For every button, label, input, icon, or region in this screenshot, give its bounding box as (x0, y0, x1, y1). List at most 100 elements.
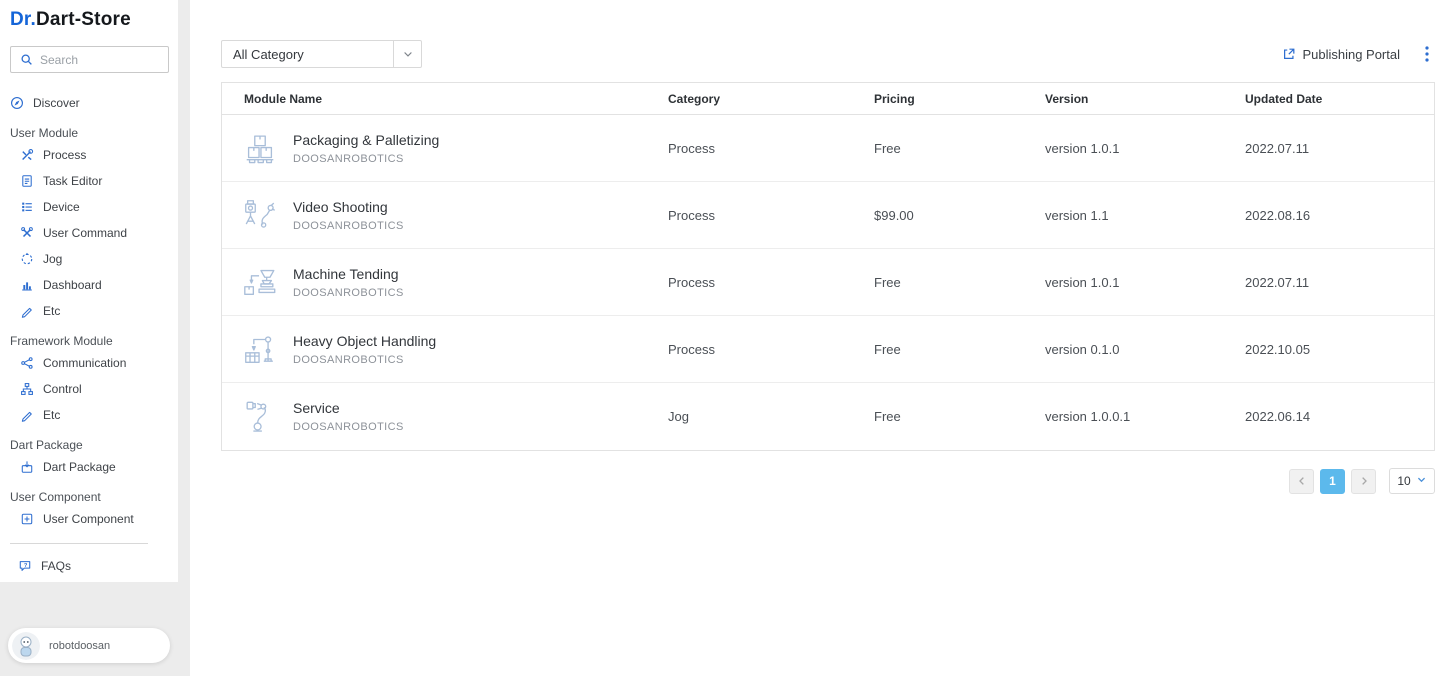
sidebar-item-label: Task Editor (43, 174, 102, 188)
module-icon-service (241, 398, 279, 436)
sidebar-section-framework-module: Framework Module (0, 324, 178, 350)
sidebar-item-etc[interactable]: Etc (0, 298, 178, 324)
sidebar-item-task-editor[interactable]: Task Editor (0, 168, 178, 194)
table-header: Module NameCategoryPricingVersionUpdated… (222, 83, 1434, 115)
process-icon (20, 148, 34, 162)
sidebar-item-label: Control (43, 382, 82, 396)
module-version: version 1.0.1 (1045, 141, 1245, 156)
chevron-down-icon[interactable] (393, 41, 421, 67)
module-name-cell: Machine TendingDOOSANROBOTICS (222, 263, 668, 301)
etc-icon (20, 304, 34, 318)
chevron-down-icon (1416, 474, 1427, 488)
avatar (12, 632, 40, 660)
sidebar-item-user-component[interactable]: User Component (0, 506, 178, 532)
sidebar-item-control[interactable]: Control (0, 376, 178, 402)
sidebar-nav: Discover User ModuleProcessTask EditorDe… (0, 90, 178, 579)
module-updated-date: 2022.10.05 (1245, 342, 1434, 357)
module-updated-date: 2022.06.14 (1245, 409, 1434, 424)
search-icon (19, 53, 33, 67)
sidebar-item-discover[interactable]: Discover (0, 90, 178, 116)
table-row-packaging-palletizing[interactable]: Packaging & Palletizing DOOSANROBOTICS Pro… (222, 115, 1434, 182)
toolbar: All Category Publishing Portal (221, 40, 1435, 68)
module-pricing: $99.00 (874, 208, 1045, 223)
jog-icon (20, 252, 34, 266)
sidebar: Dr.Dart-Store Discover User ModuleProces… (0, 0, 190, 676)
user-profile[interactable]: robotdoosan (8, 628, 170, 663)
prev-page-button[interactable] (1289, 469, 1314, 494)
module-pricing: Free (874, 141, 1045, 156)
task-editor-icon (20, 174, 34, 188)
module-publisher: DOOSANROBOTICS (293, 153, 439, 165)
module-icon-machine-tending (241, 263, 279, 301)
sidebar-section-dart-package: Dart Package (0, 428, 178, 454)
discover-icon (10, 96, 24, 110)
sidebar-item-user-command[interactable]: User Command (0, 220, 178, 246)
etc-icon (20, 408, 34, 422)
module-category: Jog (668, 409, 874, 424)
module-name: Packaging & Palletizing (293, 132, 439, 148)
column-header-version: Version (1045, 92, 1245, 106)
sidebar-item-label: Etc (43, 408, 60, 422)
module-category: Process (668, 141, 874, 156)
main-content: All Category Publishing Portal Module Na… (190, 0, 1453, 676)
next-page-button[interactable] (1351, 469, 1376, 494)
sidebar-divider (10, 543, 148, 544)
page-size-value: 10 (1397, 474, 1410, 488)
table-row-machine-tending[interactable]: Machine TendingDOOSANROBOTICSProcessFree… (222, 249, 1434, 316)
sidebar-item-faqs[interactable]: ? FAQs (0, 553, 178, 579)
category-filter-value: All Category (222, 41, 393, 67)
sidebar-item-process[interactable]: Process (0, 142, 178, 168)
page-size-select[interactable]: 10 (1389, 468, 1435, 494)
module-updated-date: 2022.08.16 (1245, 208, 1434, 223)
module-version: version 0.1.0 (1045, 342, 1245, 357)
module-updated-date: 2022.07.11 (1245, 141, 1434, 156)
external-link-icon (1282, 47, 1296, 61)
module-pricing: Free (874, 342, 1045, 357)
device-icon (20, 200, 34, 214)
communication-icon (20, 356, 34, 370)
sidebar-item-label: User Component (43, 512, 134, 526)
module-name-cell: Heavy Object HandlingDOOSANROBOTICS (222, 330, 668, 368)
module-publisher: DOOSANROBOTICS (293, 421, 404, 433)
module-name: Heavy Object Handling (293, 333, 436, 349)
sidebar-section-user-component: User Component (0, 480, 178, 506)
module-icon-video-shooting (241, 196, 279, 234)
publishing-portal-link[interactable]: Publishing Portal (1282, 47, 1400, 62)
table-row-service[interactable]: ServiceDOOSANROBOTICSJogFreeversion 1.0.… (222, 383, 1434, 450)
search-input[interactable] (40, 53, 195, 67)
dart-package-icon (20, 460, 34, 474)
publishing-portal-label: Publishing Portal (1302, 47, 1400, 62)
module-icon-heavy-object (241, 330, 279, 368)
sidebar-item-dashboard[interactable]: Dashboard (0, 272, 178, 298)
sidebar-item-dart-package[interactable]: Dart Package (0, 454, 178, 480)
module-version: version 1.0.0.1 (1045, 409, 1245, 424)
user-command-icon (20, 226, 34, 240)
module-name: Service (293, 400, 404, 416)
category-filter-select[interactable]: All Category (221, 40, 422, 68)
sidebar-sections: User ModuleProcessTask EditorDeviceUser … (0, 116, 178, 532)
sidebar-item-device[interactable]: Device (0, 194, 178, 220)
svg-text:?: ? (24, 563, 28, 569)
table-row-video-shooting[interactable]: Video ShootingDOOSANROBOTICSProcess$99.0… (222, 182, 1434, 249)
sidebar-item-label: Dart Package (43, 460, 116, 474)
module-name-cell: Service DOOSANROBOTICS (222, 398, 668, 436)
search-box[interactable] (10, 46, 169, 73)
column-header-pricing: Pricing (874, 92, 1045, 106)
faqs-icon: ? (18, 559, 32, 573)
app-logo[interactable]: Dr.Dart-Store (0, 0, 178, 31)
column-header-updated-date: Updated Date (1245, 92, 1434, 106)
kebab-menu-icon[interactable] (1419, 44, 1435, 64)
username: robotdoosan (49, 640, 110, 652)
sidebar-item-label: Device (43, 200, 80, 214)
column-header-category: Category (668, 92, 874, 106)
module-pricing: Free (874, 275, 1045, 290)
module-category: Process (668, 275, 874, 290)
sidebar-item-jog[interactable]: Jog (0, 246, 178, 272)
table-row-heavy-object-handling[interactable]: Heavy Object HandlingDOOSANROBOTICSProce… (222, 316, 1434, 383)
module-name: Machine Tending (293, 266, 404, 282)
page-button-current[interactable]: 1 (1320, 469, 1345, 494)
dashboard-icon (20, 278, 34, 292)
sidebar-item-communication[interactable]: Communication (0, 350, 178, 376)
sidebar-item-etc[interactable]: Etc (0, 402, 178, 428)
module-version: version 1.1 (1045, 208, 1245, 223)
